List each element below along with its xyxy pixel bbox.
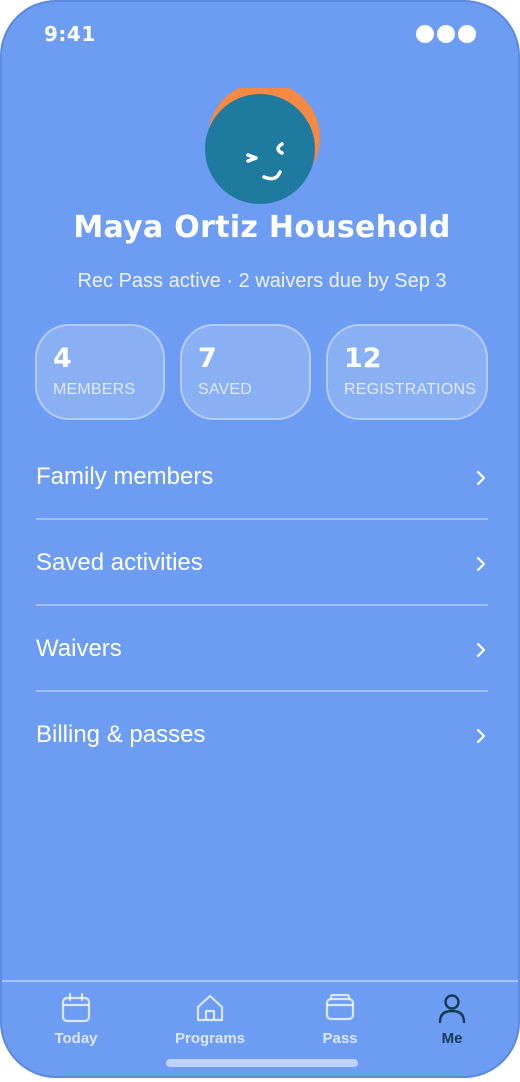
stat-members-label: MEMBERS	[53, 381, 136, 398]
stat-saved-label: SAVED	[198, 381, 253, 398]
stat-card-saved[interactable]: 7 SAVED	[180, 324, 311, 420]
chevron-right-icon	[476, 556, 486, 572]
tab-label: Today	[54, 1030, 98, 1047]
menu-item-label: Saved activities	[36, 549, 203, 576]
tab-label: Programs	[174, 1030, 246, 1047]
stat-card-members[interactable]: 4 MEMBERS	[35, 324, 165, 420]
menu-item-waivers[interactable]: Waivers	[36, 606, 488, 692]
tab-programs[interactable]: Programs	[160, 992, 260, 1047]
avatar-teal-circle	[205, 94, 315, 204]
person-icon	[438, 994, 466, 1024]
menu-item-label: Billing & passes	[36, 721, 206, 748]
menu-item-billing-passes[interactable]: Billing & passes	[36, 692, 488, 778]
stat-registrations-label: REGISTRATIONS	[344, 381, 477, 398]
menu-item-label: Waivers	[36, 635, 122, 662]
status-time: 9:41	[44, 22, 96, 46]
account-menu: Family members Saved activities Waivers …	[36, 434, 488, 778]
home-indicator[interactable]	[166, 1059, 358, 1067]
wallet-icon	[325, 993, 355, 1021]
tab-me[interactable]: Me	[402, 992, 502, 1047]
tab-today[interactable]: Today	[26, 992, 126, 1047]
chevron-right-icon	[476, 728, 486, 744]
pass-status-subtitle: Rec Pass active · 2 waivers due by Sep 3	[77, 270, 447, 292]
chevron-right-icon	[476, 470, 486, 486]
menu-item-family-members[interactable]: Family members	[36, 434, 488, 520]
stat-members-value: 4	[53, 343, 72, 374]
stat-card-registrations[interactable]: 12 REGISTRATIONS	[326, 324, 488, 420]
tab-label: Pass	[322, 1030, 358, 1047]
status-dots-icon	[416, 25, 476, 43]
phone-screen: 9:41 Maya Ortiz Household Rec Pass activ…	[0, 0, 520, 1078]
stat-saved-value: 7	[198, 343, 217, 374]
stat-registrations-value: 12	[344, 343, 382, 374]
status-bar: 9:41	[2, 2, 518, 66]
chevron-right-icon	[476, 642, 486, 658]
avatar	[205, 88, 320, 204]
tab-pass[interactable]: Pass	[290, 992, 390, 1047]
calendar-icon	[61, 992, 91, 1023]
menu-item-label: Family members	[36, 463, 214, 490]
tab-label: Me	[441, 1030, 463, 1047]
home-icon	[196, 994, 224, 1022]
household-name: Maya Ortiz Household	[73, 210, 451, 245]
menu-item-saved-activities[interactable]: Saved activities	[36, 520, 488, 606]
